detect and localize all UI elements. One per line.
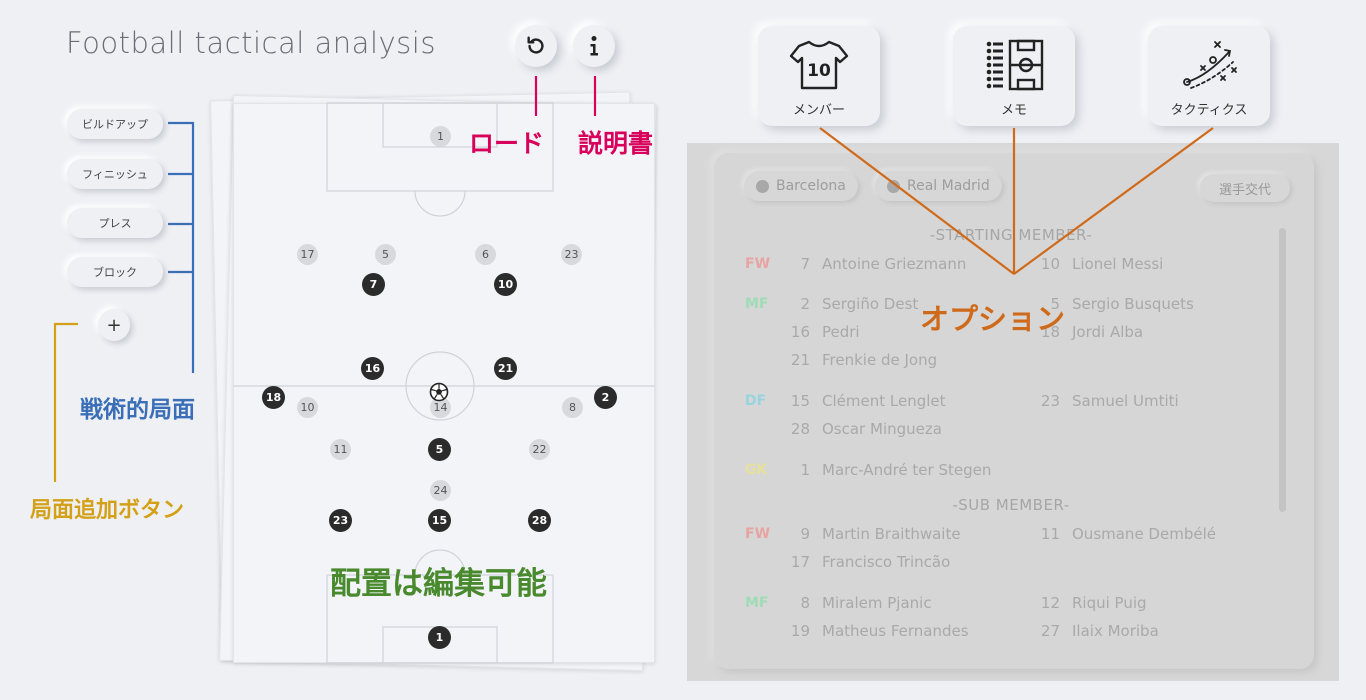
annotation-options: オプション <box>920 302 1066 336</box>
annotation-load: ロード <box>469 129 545 158</box>
annotation-editable: 配置は編集可能 <box>330 566 547 602</box>
annotation-add-phase: 局面追加ボタン <box>30 498 185 523</box>
annotation-lines <box>53 76 1214 482</box>
annotation-phases: 戦術的局面 <box>80 397 195 423</box>
annotation-manual: 説明書 <box>578 129 654 158</box>
